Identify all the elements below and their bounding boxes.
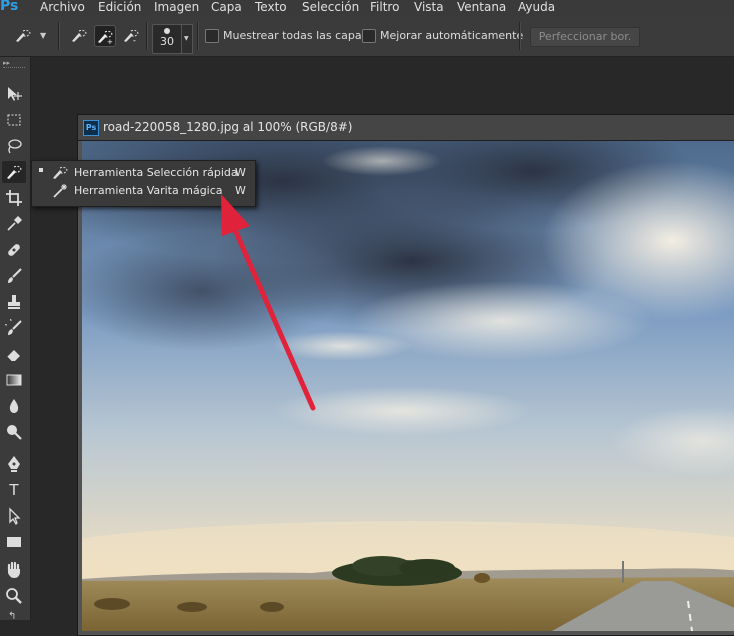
image-canvas[interactable] xyxy=(82,141,734,631)
flyout-item-label: Herramienta Selección rápida xyxy=(74,166,238,179)
auto-enhance-label: Mejorar automáticamente xyxy=(380,29,524,42)
menu-texto[interactable]: Texto xyxy=(255,0,287,14)
add-to-selection-button[interactable]: + xyxy=(94,25,116,47)
quick-selection-icon xyxy=(72,29,87,42)
tools-panel: ▸▸ T ↰ xyxy=(0,57,31,622)
selected-indicator xyxy=(39,168,43,172)
tool-preset-picker[interactable] xyxy=(12,25,34,47)
flyout-item-label: Herramienta Varita mágica xyxy=(74,184,223,197)
tool-eyedropper[interactable] xyxy=(2,213,26,235)
road-landscape-photo xyxy=(82,141,734,631)
tool-move[interactable] xyxy=(2,83,26,105)
brush-dropdown[interactable]: ▼ xyxy=(181,24,193,54)
flyout-item-magic-wand[interactable]: Herramienta Varita mágica W xyxy=(32,182,255,200)
tool-lasso[interactable] xyxy=(2,135,26,157)
quick-selection-icon xyxy=(53,166,68,179)
tool-healing[interactable] xyxy=(2,239,26,261)
brush-icon xyxy=(8,268,22,283)
svg-text:+: + xyxy=(107,38,113,45)
sample-all-layers-label: Muestrear todas las capas xyxy=(223,29,368,42)
tool-crop[interactable] xyxy=(2,187,26,209)
tool-shape[interactable] xyxy=(2,531,26,553)
tool-dodge[interactable] xyxy=(2,421,26,443)
shortcut-key: W xyxy=(235,166,246,179)
menu-imagen[interactable]: Imagen xyxy=(154,0,199,14)
sample-all-layers-checkbox[interactable] xyxy=(205,29,219,43)
subtract-selection-button[interactable]: - xyxy=(120,25,142,47)
history-brush-icon xyxy=(5,319,22,335)
menu-edicion[interactable]: Edición xyxy=(98,0,141,14)
quick-selection-icon xyxy=(16,29,31,42)
chevron-down-icon: ▼ xyxy=(184,35,189,42)
subtract-selection-icon: - xyxy=(124,29,139,44)
magic-wand-icon xyxy=(53,184,67,198)
document-title: road-220058_1280.jpg al 100% (RGB/8#) xyxy=(103,120,353,134)
menu-filtro[interactable]: Filtro xyxy=(370,0,399,14)
brush-tip-icon xyxy=(164,28,170,34)
new-selection-button[interactable] xyxy=(68,25,90,47)
chevron-down-icon[interactable]: ▼ xyxy=(40,31,46,40)
healing-icon xyxy=(8,244,20,256)
eraser-icon xyxy=(6,350,20,362)
eyedropper-icon xyxy=(7,216,22,231)
refine-edge-button[interactable]: Perfeccionar bor. xyxy=(530,27,640,47)
app-logo: Ps xyxy=(0,0,19,14)
menu-vista[interactable]: Vista xyxy=(414,0,444,14)
tool-type[interactable]: T xyxy=(2,479,26,501)
tool-zoom[interactable] xyxy=(2,585,26,607)
tool-pen[interactable] xyxy=(2,453,26,475)
hand-icon xyxy=(7,561,20,578)
menu-bar: Ps Archivo Edición Imagen Capa Texto Sel… xyxy=(0,0,734,16)
divider xyxy=(197,22,199,50)
crop-icon xyxy=(6,190,22,206)
tool-marquee[interactable] xyxy=(2,109,26,131)
collapse-icon[interactable]: ▸▸ xyxy=(3,59,10,67)
stamp-icon xyxy=(8,295,20,309)
menu-ayuda[interactable]: Ayuda xyxy=(518,0,555,14)
type-icon: T xyxy=(9,481,19,499)
tool-history-brush[interactable] xyxy=(2,317,26,339)
menu-archivo[interactable]: Archivo xyxy=(40,0,85,14)
pen-icon xyxy=(8,456,20,472)
marquee-icon xyxy=(7,114,21,126)
shape-icon xyxy=(7,537,21,547)
add-selection-icon: + xyxy=(98,30,113,45)
divider xyxy=(519,22,521,50)
tool-flyout-menu: Herramienta Selección rápida W Herramien… xyxy=(31,160,256,207)
shortcut-key: W xyxy=(235,184,246,197)
options-bar: ▼ + - 30 ▼ Muestrear todas las capas Mej… xyxy=(0,16,734,57)
auto-enhance-checkbox[interactable] xyxy=(362,29,376,43)
zoom-icon xyxy=(6,588,22,604)
quick-selection-icon xyxy=(7,165,22,179)
tool-hand[interactable] xyxy=(2,559,26,581)
tool-blur[interactable] xyxy=(2,395,26,417)
dodge-icon xyxy=(7,425,22,440)
svg-text:-: - xyxy=(133,36,136,44)
tool-stamp[interactable] xyxy=(2,291,26,313)
panel-grip[interactable] xyxy=(3,67,25,70)
menu-capa[interactable]: Capa xyxy=(211,0,242,14)
blur-icon xyxy=(9,399,19,413)
move-icon xyxy=(8,87,22,101)
brush-size-value: 30 xyxy=(160,35,174,48)
ps-document-icon: Ps xyxy=(83,120,99,136)
tool-quick-selection[interactable] xyxy=(2,161,26,183)
menu-seleccion[interactable]: Selección xyxy=(302,0,359,14)
path-selection-icon xyxy=(9,507,21,525)
swap-colors-icon[interactable]: ↰ xyxy=(8,611,16,622)
divider xyxy=(146,22,148,50)
lasso-icon xyxy=(8,139,22,154)
menu-ventana[interactable]: Ventana xyxy=(457,0,506,14)
tool-brush[interactable] xyxy=(2,265,26,287)
flyout-item-quick-selection[interactable]: Herramienta Selección rápida W xyxy=(32,164,255,182)
divider xyxy=(58,22,60,50)
document-tab[interactable]: Ps road-220058_1280.jpg al 100% (RGB/8#) xyxy=(78,115,734,141)
tool-gradient[interactable] xyxy=(2,369,26,391)
gradient-icon xyxy=(6,374,22,386)
tool-eraser[interactable] xyxy=(2,343,26,365)
brush-size-picker[interactable]: 30 xyxy=(152,24,182,54)
tool-path-selection[interactable] xyxy=(2,505,26,527)
